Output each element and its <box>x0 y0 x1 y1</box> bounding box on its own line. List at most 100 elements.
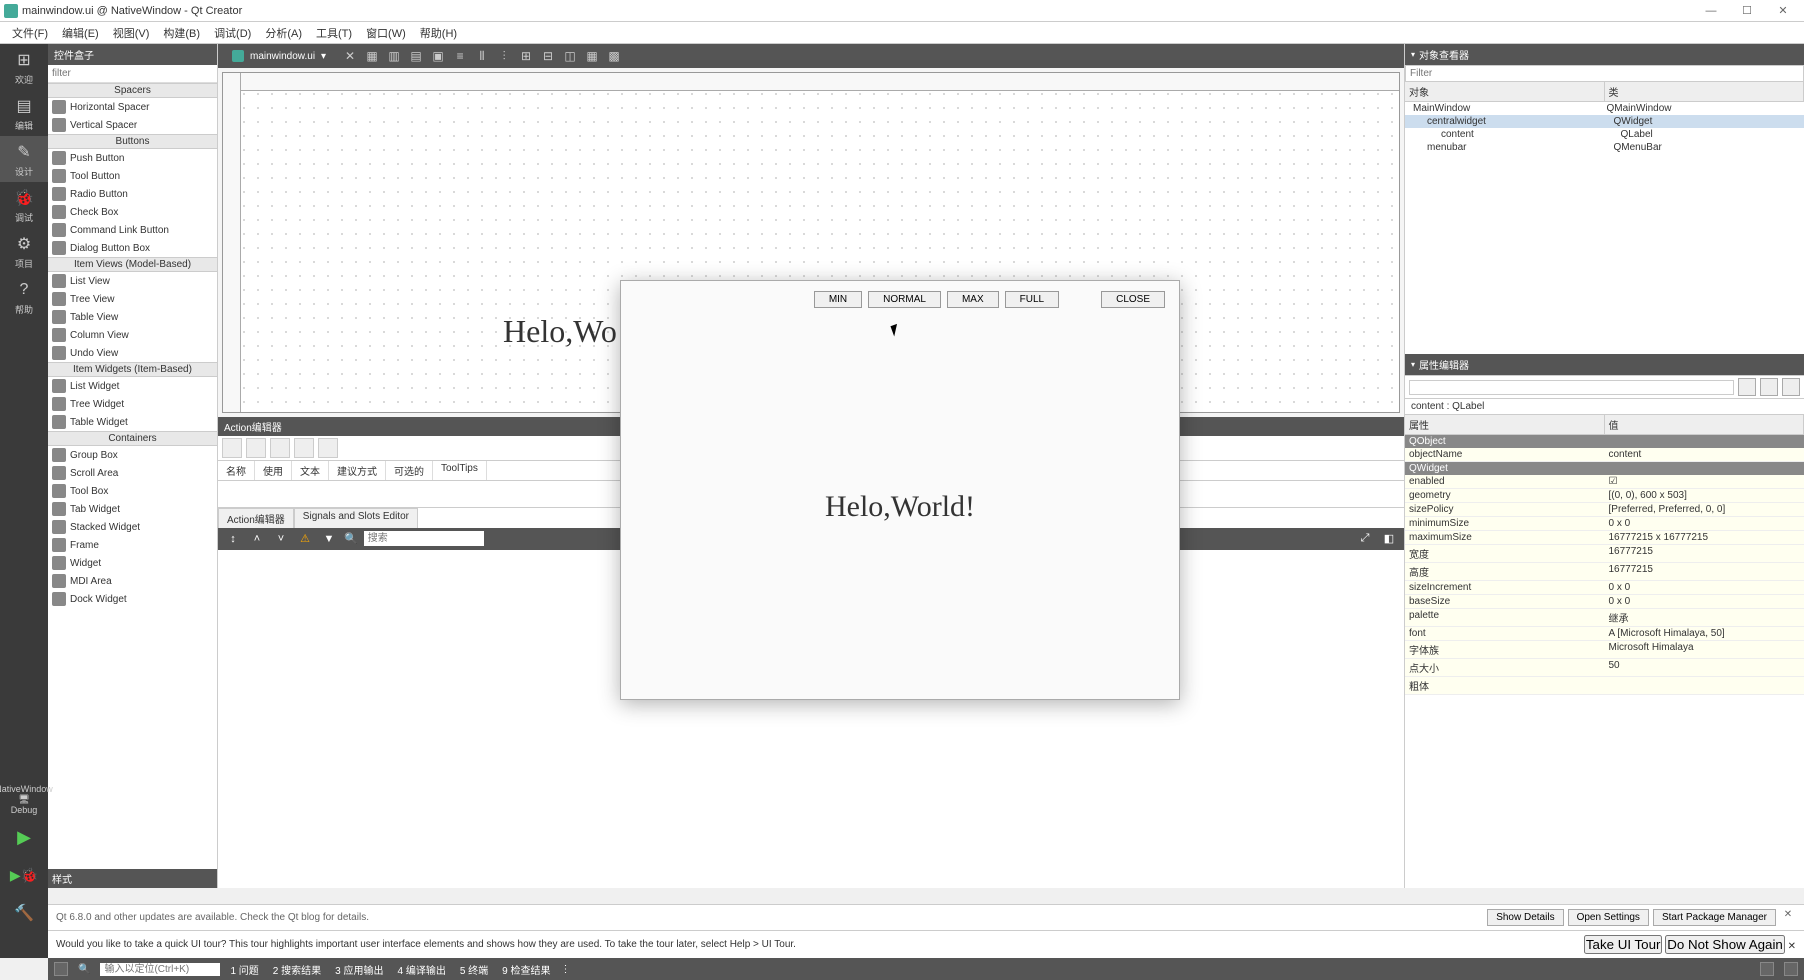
target-selector[interactable]: NativeWindow 🖥 Debug <box>0 780 48 818</box>
dismiss-tour-button[interactable]: Do Not Show Again <box>1665 935 1785 954</box>
menu-item[interactable]: 分析(A) <box>259 23 308 43</box>
layout-tool-icon[interactable]: ▩ <box>604 46 624 66</box>
show-details-button[interactable]: Show Details <box>1487 909 1563 926</box>
mode-调试[interactable]: 🐞调试 <box>0 182 48 228</box>
menu-item[interactable]: 帮助(H) <box>414 23 463 43</box>
menu-item[interactable]: 工具(T) <box>310 23 358 43</box>
property-row[interactable]: 高度16777215 <box>1405 563 1804 581</box>
object-row[interactable]: menubarQMenuBar <box>1405 141 1804 154</box>
mode-项目[interactable]: ⚙项目 <box>0 228 48 274</box>
action-new-icon[interactable] <box>222 438 242 458</box>
layout-tool-icon[interactable]: ⊞ <box>516 46 536 66</box>
close-doc-button[interactable]: ✕ <box>340 46 360 66</box>
layout-tool-icon[interactable]: ⊟ <box>538 46 558 66</box>
status-output-tab[interactable]: 2 搜索结果 <box>273 962 321 977</box>
mode-帮助[interactable]: ?帮助 <box>0 274 48 320</box>
widget-filter-input[interactable] <box>48 65 217 82</box>
widget-item[interactable]: Undo View <box>48 344 217 362</box>
object-filter-input[interactable] <box>1405 65 1804 82</box>
menu-item[interactable]: 窗口(W) <box>360 23 412 43</box>
property-group[interactable]: QObject <box>1405 435 1804 448</box>
debug-run-button[interactable]: ▶🐞 <box>0 856 48 894</box>
locator-input[interactable] <box>100 963 220 976</box>
preview-close-button[interactable]: CLOSE <box>1101 291 1165 308</box>
action-column[interactable]: 使用 <box>255 461 292 480</box>
property-row[interactable]: maximumSize16777215 x 16777215 <box>1405 531 1804 545</box>
widget-item[interactable]: Check Box <box>48 203 217 221</box>
warning-icon[interactable]: ⚠ <box>296 530 314 548</box>
widget-item[interactable]: Tool Button <box>48 167 217 185</box>
preview-max-button[interactable]: MAX <box>947 291 999 308</box>
widget-category[interactable]: Item Views (Model-Based) <box>48 257 217 272</box>
property-config-icon[interactable] <box>1782 378 1800 396</box>
take-tour-button[interactable]: Take UI Tour <box>1584 935 1663 954</box>
widget-item[interactable]: Radio Button <box>48 185 217 203</box>
property-row[interactable]: sizePolicy[Preferred, Preferred, 0, 0] <box>1405 503 1804 517</box>
status-output-tab[interactable]: 4 编译输出 <box>397 962 445 977</box>
property-row[interactable]: enabled☑ <box>1405 475 1804 489</box>
widget-item[interactable]: Tool Box <box>48 482 217 500</box>
action-column[interactable]: 文本 <box>292 461 329 480</box>
status-output-tab[interactable]: 9 检查结果 <box>502 962 550 977</box>
widget-item[interactable]: Tree View <box>48 290 217 308</box>
layout-tool-icon[interactable]: ⫴ <box>472 46 492 66</box>
object-tree[interactable]: 对象类 MainWindowQMainWindowcentralwidgetQW… <box>1405 82 1804 154</box>
widget-item[interactable]: List Widget <box>48 377 217 395</box>
property-row[interactable]: baseSize0 x 0 <box>1405 595 1804 609</box>
menu-item[interactable]: 视图(V) <box>107 23 156 43</box>
action-delete-icon[interactable] <box>294 438 314 458</box>
widget-item[interactable]: Command Link Button <box>48 221 217 239</box>
property-row[interactable]: 宽度16777215 <box>1405 545 1804 563</box>
close-tour-icon[interactable]: ✕ <box>1788 941 1796 952</box>
property-row[interactable]: geometry[(0, 0), 600 x 503] <box>1405 489 1804 503</box>
property-row[interactable]: 粗体 <box>1405 677 1804 695</box>
search-up-icon[interactable]: ˄ <box>248 530 266 548</box>
preview-window[interactable]: MIN NORMAL MAX FULL CLOSE Helo,World! <box>620 280 1180 700</box>
property-table[interactable]: 属性值 QObjectobjectNamecontentQWidgetenabl… <box>1405 415 1804 888</box>
widget-item[interactable]: Dialog Button Box <box>48 239 217 257</box>
action-column[interactable]: ToolTips <box>433 461 487 480</box>
action-config-icon[interactable] <box>318 438 338 458</box>
expand-icon[interactable]: ⤢ <box>1356 530 1374 548</box>
panel-toggle-icon[interactable] <box>1784 962 1798 976</box>
mode-编辑[interactable]: ▤编辑 <box>0 90 48 136</box>
object-row[interactable]: contentQLabel <box>1405 128 1804 141</box>
widget-item[interactable]: Stacked Widget <box>48 518 217 536</box>
minimize-button[interactable]: — <box>1694 1 1728 21</box>
action-column[interactable]: 名称 <box>218 461 255 480</box>
property-row[interactable]: objectNamecontent <box>1405 448 1804 462</box>
preview-full-button[interactable]: FULL <box>1005 291 1059 308</box>
layout-tool-icon[interactable]: ⫶ <box>494 46 514 66</box>
widget-item[interactable]: Dock Widget <box>48 590 217 608</box>
layout-tool-icon[interactable]: ≡ <box>450 46 470 66</box>
menu-item[interactable]: 文件(F) <box>6 23 54 43</box>
widget-item[interactable]: Tab Widget <box>48 500 217 518</box>
layout-tool-icon[interactable]: ▤ <box>406 46 426 66</box>
output-toggle-icon[interactable] <box>54 962 68 976</box>
design-label[interactable]: Helo,Wo <box>503 313 617 350</box>
widget-item[interactable]: Widget <box>48 554 217 572</box>
widget-item[interactable]: MDI Area <box>48 572 217 590</box>
property-filter-input[interactable] <box>1409 380 1734 395</box>
widget-category[interactable]: Buttons <box>48 134 217 149</box>
open-settings-button[interactable]: Open Settings <box>1568 909 1649 926</box>
property-row[interactable]: 点大小50 <box>1405 659 1804 677</box>
widget-category[interactable]: Containers <box>48 431 217 446</box>
widget-item[interactable]: Table Widget <box>48 413 217 431</box>
action-column[interactable]: 可选的 <box>386 461 433 480</box>
status-output-tab[interactable]: 3 应用输出 <box>335 962 383 977</box>
widget-item[interactable]: Tree Widget <box>48 395 217 413</box>
search-input[interactable] <box>364 531 484 546</box>
preview-min-button[interactable]: MIN <box>814 291 862 308</box>
widget-item[interactable]: Group Box <box>48 446 217 464</box>
mode-设计[interactable]: ✎设计 <box>0 136 48 182</box>
widget-category[interactable]: Spacers <box>48 83 217 98</box>
search-nav-icon[interactable]: ↕ <box>224 530 242 548</box>
layout-tool-icon[interactable]: ▦ <box>362 46 382 66</box>
status-output-tab[interactable]: 5 终端 <box>460 962 488 977</box>
preview-normal-button[interactable]: NORMAL <box>868 291 941 308</box>
panel-close-icon[interactable]: ◧ <box>1380 530 1398 548</box>
action-tab[interactable]: Signals and Slots Editor <box>294 508 418 528</box>
menu-item[interactable]: 构建(B) <box>157 23 206 43</box>
close-notification-icon[interactable]: ✕ <box>1780 909 1796 926</box>
